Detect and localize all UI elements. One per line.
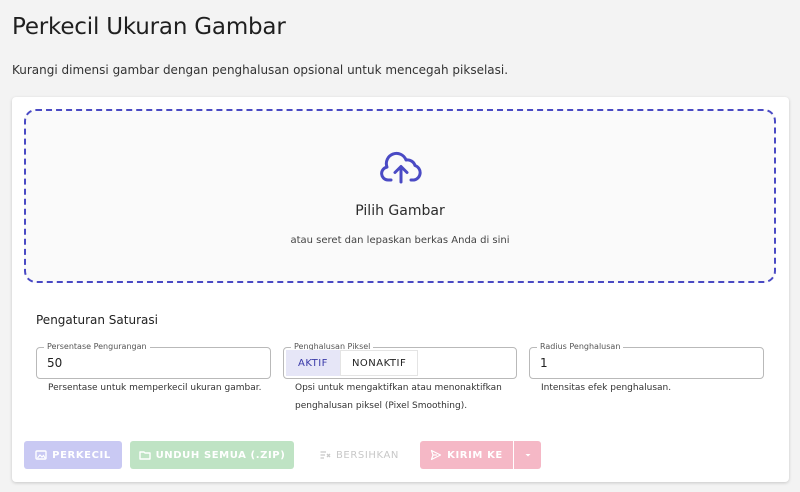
download-all-button[interactable]: UNDUH SEMUA (.ZIP) bbox=[130, 441, 294, 469]
reduction-input[interactable] bbox=[47, 356, 247, 370]
send-to-button[interactable]: KIRIM KE bbox=[420, 441, 513, 469]
clear-button[interactable]: BERSIHKAN bbox=[306, 441, 412, 469]
reduction-field: Persentase Pengurangan bbox=[36, 342, 271, 379]
folder-icon bbox=[138, 451, 151, 460]
smoothing-field: Penghalusan Piksel AKTIF NONAKTIF bbox=[283, 342, 517, 379]
image-dropzone[interactable]: Pilih Gambar atau seret dan lepaskan ber… bbox=[24, 109, 776, 283]
settings-title: Pengaturan Saturasi bbox=[36, 313, 158, 327]
clear-list-icon bbox=[320, 451, 331, 459]
smoothing-toggle: AKTIF NONAKTIF bbox=[286, 350, 419, 376]
radius-helper: Intensitas efek penghalusan. bbox=[541, 383, 672, 393]
smoothing-helper-line2: penghalusan piksel (Pixel Smoothing). bbox=[295, 401, 468, 411]
shrink-button[interactable]: PERKECIL bbox=[24, 441, 122, 469]
radius-field: Radius Penghalusan bbox=[529, 342, 764, 379]
dropzone-hint: atau seret dan lepaskan berkas Anda di s… bbox=[290, 235, 510, 246]
shrink-label: PERKECIL bbox=[52, 449, 111, 461]
caret-down-icon bbox=[525, 454, 530, 457]
reduction-helper: Persentase untuk memperkecil ukuran gamb… bbox=[48, 383, 262, 393]
image-icon bbox=[35, 450, 47, 460]
clear-label: BERSIHKAN bbox=[335, 449, 400, 461]
send-icon bbox=[431, 449, 442, 461]
radius-input[interactable] bbox=[540, 356, 740, 370]
cloud-upload-icon bbox=[380, 151, 422, 184]
page-description: Kurangi dimensi gambar dengan penghalusa… bbox=[12, 63, 509, 77]
send-to-dropdown-button[interactable] bbox=[514, 441, 541, 469]
reduction-label: Persentase Pengurangan bbox=[44, 342, 150, 352]
page-title: Perkecil Ukuran Gambar bbox=[12, 14, 286, 40]
smoothing-helper-line1: Opsi untuk mengaktifkan atau menonaktifk… bbox=[295, 383, 502, 393]
send-to-label: KIRIM KE bbox=[447, 449, 503, 461]
download-all-label: UNDUH SEMUA (.ZIP) bbox=[155, 449, 286, 461]
smoothing-on-button[interactable]: AKTIF bbox=[286, 350, 340, 376]
resize-card: Pilih Gambar atau seret dan lepaskan ber… bbox=[12, 97, 789, 482]
radius-label: Radius Penghalusan bbox=[537, 342, 624, 352]
smoothing-off-button[interactable]: NONAKTIF bbox=[339, 350, 419, 376]
dropzone-title: Pilih Gambar bbox=[355, 203, 445, 219]
